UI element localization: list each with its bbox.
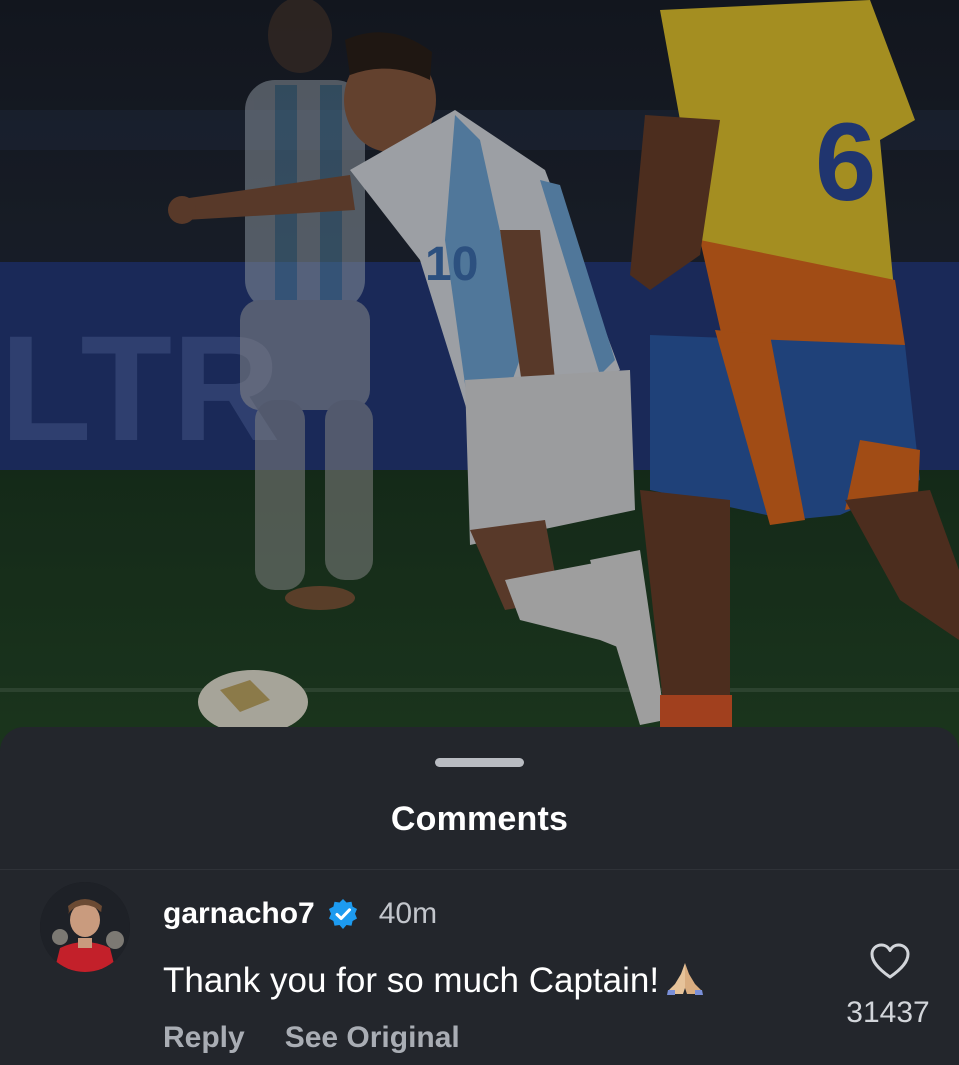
comment-actions: Reply See Original xyxy=(163,1021,500,1055)
comment-username[interactable]: garnacho7 xyxy=(163,897,315,931)
comment-timestamp: 40m xyxy=(378,897,438,930)
screen: LTR 10 6 Comments garnacho7 40m Thank yo… xyxy=(0,0,959,1065)
like-count: 31437 xyxy=(846,996,930,1029)
avatar[interactable] xyxy=(40,882,130,972)
folded-hands-icon xyxy=(667,963,704,995)
post-photo: LTR 10 6 xyxy=(0,0,959,760)
comment-item: garnacho7 40m Thank you for so much Capt… xyxy=(0,870,959,1065)
see-original-button[interactable]: See Original xyxy=(285,1021,460,1055)
verified-badge-icon xyxy=(328,899,357,929)
heart-outline-icon[interactable] xyxy=(869,942,911,980)
comment-text: Thank you for so much Captain! xyxy=(163,960,705,1001)
comments-sheet: Comments garnacho7 40m Thank you for so … xyxy=(0,727,959,1065)
user-avatar-icon xyxy=(40,882,130,972)
football-match-photo: LTR 10 6 xyxy=(0,0,959,760)
sheet-title: Comments xyxy=(390,800,569,838)
reply-button[interactable]: Reply xyxy=(163,1021,245,1055)
comment-meta: garnacho7 40m xyxy=(163,894,437,934)
drag-handle[interactable] xyxy=(435,758,524,767)
comment-body: Thank you for so much Captain! xyxy=(163,961,660,1000)
